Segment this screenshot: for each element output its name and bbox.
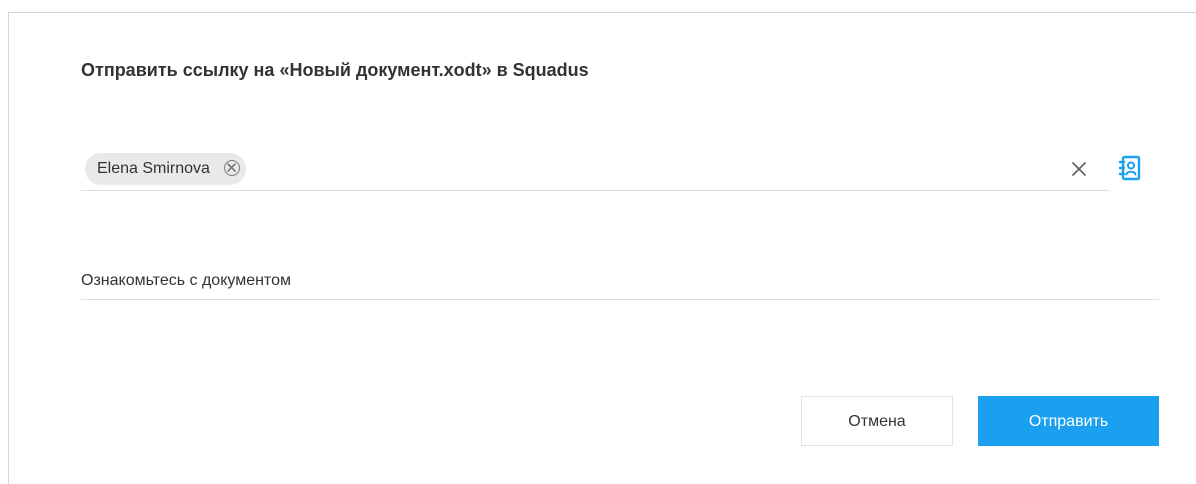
remove-recipient-icon[interactable]	[223, 160, 240, 176]
clear-recipients-icon[interactable]	[1067, 157, 1091, 181]
message-input[interactable]: Ознакомьтесь с документом	[81, 271, 1159, 300]
recipients-field[interactable]: Elena Smirnova	[81, 145, 1109, 191]
share-link-dialog: Отправить ссылку на «Новый документ.xodt…	[8, 12, 1196, 484]
send-button[interactable]: Отправить	[978, 396, 1159, 446]
address-book-icon[interactable]	[1117, 154, 1143, 182]
recipient-chip: Elena Smirnova	[85, 153, 246, 185]
dialog-title: Отправить ссылку на «Новый документ.xodt…	[81, 60, 589, 80]
cancel-button[interactable]: Отмена	[801, 396, 953, 446]
recipient-chip-label: Elena Smirnova	[97, 160, 210, 177]
